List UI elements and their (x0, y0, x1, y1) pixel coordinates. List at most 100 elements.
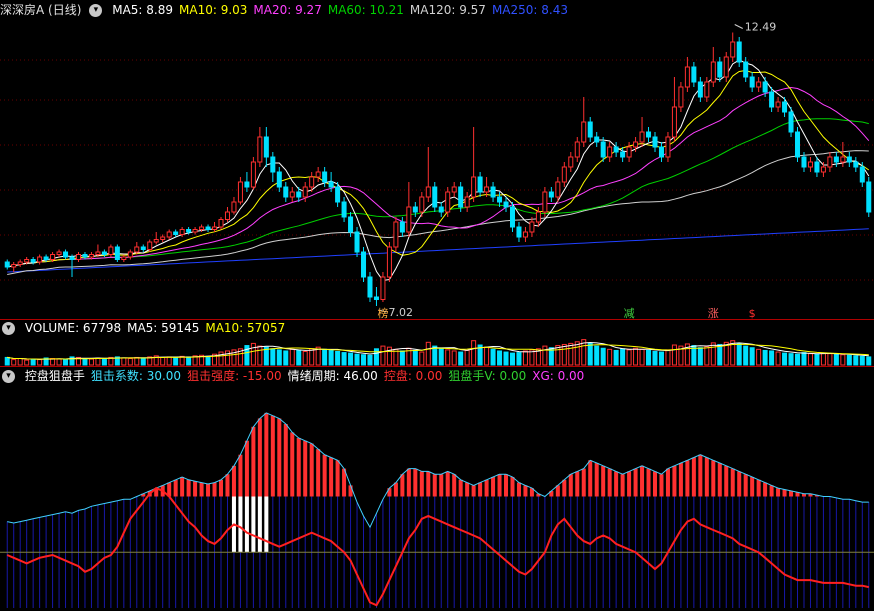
indicator-red-bar (763, 482, 768, 497)
volume-label-2: MA10: 57057 (205, 321, 286, 335)
volume-bar (626, 349, 632, 366)
candle-body (833, 156, 839, 163)
indicator-red-bar (257, 418, 262, 497)
indicator-red-bar (620, 474, 625, 497)
candle-body (438, 206, 444, 213)
candle-body (360, 251, 367, 278)
indicator-red-bar (465, 482, 470, 497)
volume-bar (380, 345, 386, 366)
volume-bar (289, 348, 295, 366)
volume-bar (11, 359, 17, 366)
indicator-red-bar (348, 485, 353, 497)
chevron-down-icon[interactable]: ▾ (2, 370, 15, 383)
candle-body (775, 101, 781, 108)
volume-bar (56, 358, 62, 366)
candle-body (121, 256, 127, 260)
candle-body (380, 276, 386, 300)
indicator-red-bar (322, 454, 327, 497)
indicator-red-bar (750, 476, 755, 497)
volume-bar (846, 354, 852, 366)
candle-body (393, 221, 399, 248)
indicator-red-bar (614, 471, 619, 497)
volume-bar (63, 359, 69, 366)
candle-body (633, 141, 639, 148)
indicator-red-bar (173, 479, 178, 497)
candle-body (497, 196, 503, 203)
candle-body (743, 61, 749, 78)
volume-bar (30, 358, 36, 366)
volume-bar (840, 354, 846, 366)
volume-bar (88, 358, 94, 366)
volume-bar (17, 358, 23, 366)
candle-body (205, 226, 211, 230)
candle-body (626, 146, 632, 158)
indicator-red-bar (193, 481, 198, 497)
candle-body (367, 276, 373, 298)
candle-body (328, 181, 334, 188)
indicator-white-bar (264, 496, 269, 553)
indicator-red-bar (264, 412, 269, 497)
volume-bar (594, 345, 600, 366)
candle-body (509, 206, 516, 228)
indicator-red-bar (743, 474, 748, 497)
candle-body (17, 261, 23, 265)
candle-body (63, 251, 69, 258)
volume-bar (276, 349, 282, 366)
volume-bar (438, 348, 444, 366)
ma-label-0: MA5: 8.89 (112, 3, 173, 17)
volume-bar (710, 342, 716, 366)
candle-body (568, 156, 574, 168)
volume-bar (665, 349, 671, 366)
volume-bar (464, 349, 470, 366)
volume-bar (360, 354, 367, 366)
indicator-red-bar (244, 440, 249, 497)
volume-bar (354, 353, 360, 366)
volume-bar (509, 352, 516, 366)
indicator-red-bar (769, 485, 774, 497)
volume-bar (646, 349, 652, 366)
candle-body (218, 219, 224, 228)
candle-body (769, 91, 775, 108)
indicator-red-bar (607, 468, 612, 497)
candle-body (464, 196, 470, 208)
volume-bar (134, 356, 140, 366)
indicator-red-bar (776, 488, 781, 497)
volume-bar (412, 349, 418, 366)
volume-bar (697, 347, 703, 366)
chevron-down-icon[interactable]: ▾ (2, 322, 15, 335)
candle-body (639, 131, 645, 143)
candle-body (594, 136, 600, 143)
indicator-red-bar (432, 474, 437, 497)
volume-bar (639, 348, 645, 366)
indicator-red-bar (329, 457, 334, 497)
volume-bar (205, 355, 211, 366)
candle-body (859, 166, 865, 183)
candle-body (652, 136, 658, 148)
indicator-panel-header: ▾ 控盘狙盘手 狙击系数: 30.00 狙击强度: -15.00 情绪周期: 46.0… (0, 367, 590, 385)
candle-body (749, 76, 755, 88)
volume-bar (244, 345, 250, 366)
volume-bar (127, 358, 133, 366)
indicator-red-bar (316, 449, 321, 497)
candle-body (788, 111, 794, 133)
candle-body (179, 229, 185, 235)
volume-bar (283, 350, 289, 366)
stock-title[interactable]: 深深房A (日线) (0, 3, 81, 17)
indicator-red-bar (633, 468, 638, 497)
candle-body (503, 201, 509, 208)
volume-bar (186, 356, 192, 366)
volume-bar (166, 356, 172, 366)
volume-bar (749, 347, 755, 366)
volume-bar (833, 353, 839, 366)
candle-body (250, 161, 256, 188)
candle-body (231, 201, 237, 213)
candle-body (756, 81, 762, 88)
volume-bar (367, 354, 373, 366)
volume-bar (296, 349, 302, 366)
volume-bar (82, 358, 88, 366)
candle-body (820, 166, 826, 173)
volume-bar (613, 349, 619, 366)
volume-bar (542, 345, 548, 366)
candle-body (535, 211, 541, 223)
chevron-down-icon[interactable]: ▾ (89, 4, 103, 17)
